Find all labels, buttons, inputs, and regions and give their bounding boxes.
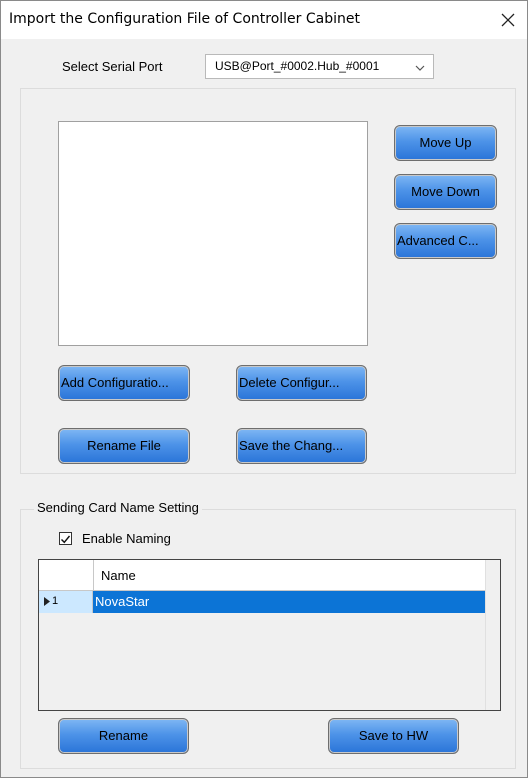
delete-configuration-button[interactable]: Delete Configur... — [236, 365, 367, 401]
check-icon — [61, 535, 71, 544]
title-bar: Import the Configuration File of Control… — [1, 1, 527, 39]
move-up-button[interactable]: Move Up — [394, 125, 497, 161]
save-to-hw-button[interactable]: Save to HW — [328, 718, 459, 754]
table-row[interactable]: 1 NovaStar — [39, 591, 486, 613]
grid-header: Name — [39, 560, 486, 591]
name-grid[interactable]: Name 1 NovaStar — [38, 559, 501, 711]
serial-port-select[interactable]: USB@Port_#0002.Hub_#0001 — [205, 54, 434, 79]
row-index: 1 — [52, 595, 59, 607]
name-column-header[interactable]: Name — [101, 568, 136, 583]
row-header[interactable]: 1 — [39, 591, 93, 613]
name-cell[interactable]: NovaStar — [93, 591, 486, 613]
serial-port-value: USB@Port_#0002.Hub_#0001 — [215, 59, 380, 73]
save-changes-button[interactable]: Save the Chang... — [236, 428, 367, 464]
grid-scrollbar[interactable] — [485, 560, 500, 710]
chevron-down-icon — [415, 65, 425, 71]
rename-file-button[interactable]: Rename File — [58, 428, 190, 464]
serial-port-label: Select Serial Port — [62, 59, 163, 74]
move-down-button[interactable]: Move Down — [394, 174, 497, 210]
current-row-arrow-icon — [44, 597, 50, 606]
rename-button[interactable]: Rename — [58, 718, 189, 754]
enable-naming-label: Enable Naming — [82, 531, 171, 546]
import-config-dialog: Import the Configuration File of Control… — [0, 0, 528, 778]
config-file-list[interactable] — [58, 121, 368, 346]
close-icon[interactable] — [497, 9, 519, 31]
add-configuration-button[interactable]: Add Configuratio... — [58, 365, 190, 401]
grid-corner — [39, 560, 94, 590]
enable-naming-checkbox[interactable] — [59, 532, 72, 545]
advanced-button[interactable]: Advanced C... — [394, 223, 497, 259]
sending-card-name-legend: Sending Card Name Setting — [34, 500, 202, 515]
window-title: Import the Configuration File of Control… — [9, 11, 360, 27]
